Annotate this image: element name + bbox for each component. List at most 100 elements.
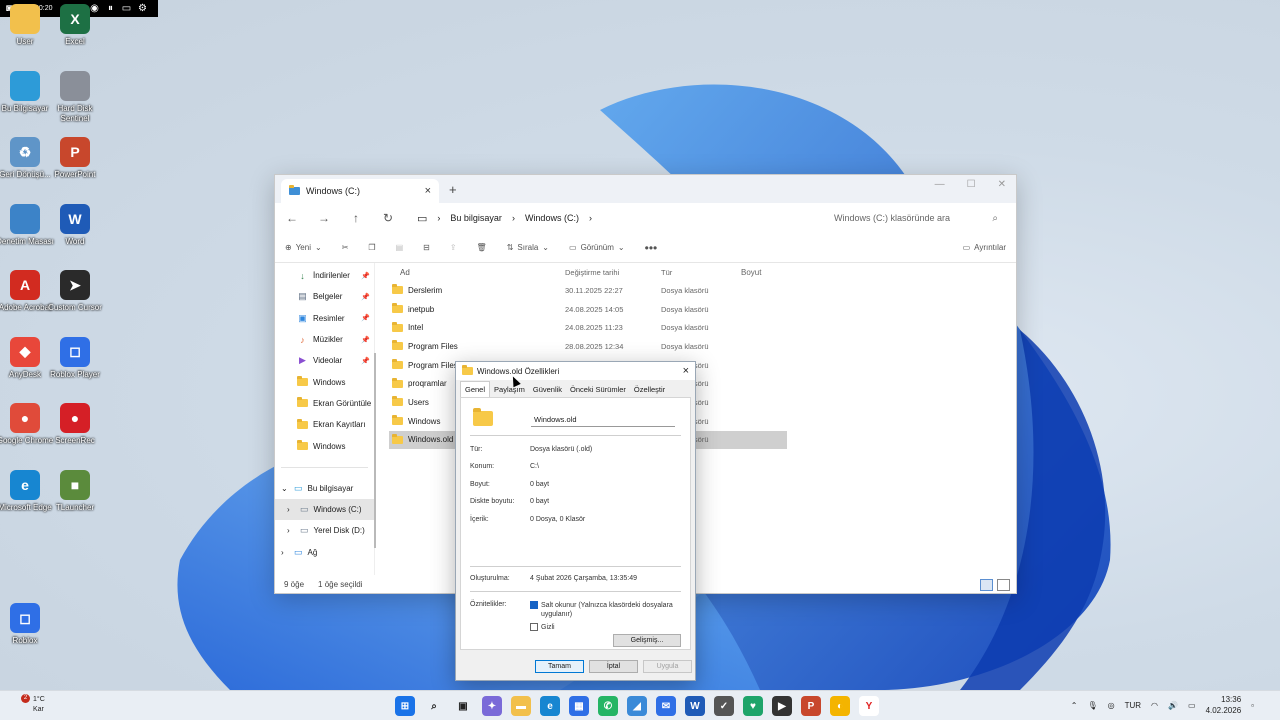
taskbar-taskview-icon[interactable]: ▣ — [453, 696, 473, 716]
hidden-checkbox-row[interactable]: Gizli — [530, 623, 675, 631]
battery-icon[interactable]: ▭ — [1188, 701, 1196, 710]
desktop-icon[interactable]: W Word — [46, 203, 104, 247]
desktop-icon[interactable]: X Excel — [46, 4, 104, 47]
up-icon[interactable]: ↑ — [349, 211, 363, 225]
new-tab-button[interactable]: + — [449, 182, 457, 197]
taskbar-copilot-icon[interactable]: ✦ — [482, 696, 502, 716]
readonly-checkbox-row[interactable]: Salt okunur (Yalnızca klasördeki dosyala… — [530, 601, 675, 619]
taskbar-media-icon[interactable]: ▶ — [772, 696, 792, 716]
nav-tree-item[interactable]: › ▭ Windows (C:) — [275, 498, 374, 521]
breadcrumb-drive-c[interactable]: Windows (C:) — [525, 213, 579, 223]
pause-icon[interactable]: ⏸ — [105, 3, 117, 15]
desktop-icon[interactable]: ◻ Roblox Player — [46, 336, 104, 380]
nav-item[interactable]: ▶ Videolar 📌 — [275, 350, 374, 371]
nav-item[interactable]: ♪ Müzikler 📌 — [275, 329, 374, 350]
back-icon[interactable]: ← — [285, 211, 299, 225]
hidden-checkbox[interactable] — [530, 623, 538, 631]
forward-icon[interactable]: → — [317, 211, 331, 225]
close-tab-icon[interactable]: × — [425, 185, 431, 197]
taskbar-edge-icon[interactable]: e — [540, 696, 560, 716]
nav-item[interactable]: Windows — [275, 435, 374, 456]
taskbar-app2-icon[interactable]: ♥ — [743, 696, 763, 716]
tab-sharing[interactable]: Paylaşım — [490, 382, 529, 397]
clock[interactable]: 13:36 4.02.2026 — [1206, 694, 1242, 716]
paste-icon[interactable]: ▤ — [396, 243, 404, 252]
view-button[interactable]: ▭ Görünüm ⌄ — [569, 243, 625, 252]
expand-chevron-icon[interactable]: ⌄ — [281, 484, 289, 493]
location-icon[interactable]: ◎ — [1108, 701, 1115, 710]
share-icon[interactable]: ⇪ — [450, 243, 457, 252]
desktop-icon[interactable]: ● ScreenRec — [46, 403, 104, 446]
nav-tree-item[interactable]: › ▭ Ağ — [275, 542, 374, 563]
cut-icon[interactable]: ✂ — [342, 243, 349, 252]
tab-general[interactable]: Genel — [460, 381, 491, 397]
table-row[interactable]: Intel 24.08.2025 11:23 Dosya klasörü — [389, 318, 1016, 337]
delete-icon[interactable]: 🗑 — [477, 243, 487, 252]
column-name[interactable]: Ad — [389, 268, 565, 277]
close-icon[interactable]: × — [683, 365, 689, 377]
volume-icon[interactable]: 🔊 — [1168, 701, 1178, 710]
column-date[interactable]: Değiştirme tarihi — [565, 268, 661, 277]
tiles-view-button[interactable] — [997, 579, 1010, 591]
column-size[interactable]: Boyut — [741, 268, 801, 277]
desktop-icon[interactable]: ➤ Custom Cursor — [46, 270, 104, 313]
close-window-button[interactable]: ✕ — [998, 179, 1006, 190]
nav-item[interactable]: ↓ İndirilenler 📌 — [275, 265, 374, 286]
nav-item[interactable]: Ekran Kayıtları — [275, 414, 374, 435]
apply-button[interactable]: Uygula — [643, 660, 692, 673]
desktop-icon[interactable]: ◻ Roblox — [0, 603, 54, 646]
taskbar-whatsapp-icon[interactable]: ✆ — [598, 696, 618, 716]
nav-item[interactable]: ▣ Resimler 📌 — [275, 308, 374, 329]
notification-icon[interactable]: ▫ — [1251, 701, 1254, 710]
nav-tree-item[interactable]: ⌄ ▭ Bu bilgisayar — [275, 478, 374, 499]
weather-widget[interactable]: 2 1°C Kar — [18, 694, 45, 715]
expand-chevron-icon[interactable]: › — [287, 526, 295, 535]
desktop-icon[interactable]: ■ TLauncher — [46, 469, 104, 513]
ok-button[interactable]: Tamam — [535, 660, 584, 673]
window-icon[interactable]: ▭ — [121, 3, 133, 15]
more-icon[interactable]: ••• — [645, 241, 658, 255]
search-input[interactable]: Windows (C:) klasöründe ara — [834, 213, 950, 223]
column-type[interactable]: Tür — [661, 268, 741, 277]
tab-customize[interactable]: Özelleştir — [630, 382, 669, 397]
input-language[interactable]: TUR — [1125, 701, 1141, 710]
folder-name-field[interactable]: Windows.old — [531, 412, 675, 427]
taskbar-yandex-icon[interactable]: Y — [859, 696, 879, 716]
taskbar-mail-icon[interactable]: ✉ — [656, 696, 676, 716]
table-row[interactable]: Derslerim 30.11.2025 22:27 Dosya klasörü — [389, 281, 1016, 300]
breadcrumb[interactable]: ▭ › Bu bilgisayar › Windows (C:) › — [417, 212, 592, 225]
tab-windows-c[interactable]: Windows (C:) × — [281, 179, 439, 203]
advanced-button[interactable]: Gelişmiş... — [613, 634, 681, 647]
taskbar-explorer-icon[interactable]: ▬ — [511, 696, 531, 716]
taskbar-app3-icon[interactable]: ◐ — [830, 696, 850, 716]
details-button[interactable]: ▭ Ayrıntılar — [963, 243, 1006, 252]
refresh-icon[interactable]: ↻ — [381, 211, 395, 225]
search-box[interactable]: Windows (C:) klasöründe ara ⌕ — [826, 207, 1006, 229]
table-row[interactable]: inetpub 24.08.2025 14:05 Dosya klasörü — [389, 300, 1016, 319]
tab-previous-versions[interactable]: Önceki Sürümler — [566, 382, 630, 397]
breadcrumb-this-pc[interactable]: Bu bilgisayar — [450, 213, 502, 223]
sort-button[interactable]: ⇅ Sırala ⌄ — [507, 243, 549, 252]
gear-icon[interactable]: ⚙ — [137, 3, 149, 15]
rename-icon[interactable]: ⊟ — [423, 243, 430, 252]
copy-icon[interactable]: ❐ — [368, 243, 375, 252]
nav-item[interactable]: Windows — [275, 371, 374, 392]
table-row[interactable]: Program Files 28.08.2025 12:34 Dosya klasö… — [389, 337, 1016, 356]
desktop-icon[interactable]: Hard Disk Sentinel — [46, 70, 104, 124]
microphone-icon[interactable]: 🎙 — [1087, 701, 1097, 710]
maximize-button[interactable]: ☐ — [967, 179, 976, 190]
wifi-icon[interactable]: ◠ — [1151, 701, 1158, 710]
cancel-button[interactable]: İptal — [589, 660, 638, 673]
nav-item[interactable]: ▤ Belgeler 📌 — [275, 286, 374, 307]
nav-tree-item[interactable]: › ▭ Yerel Disk (D:) — [275, 520, 374, 541]
expand-chevron-icon[interactable]: › — [281, 548, 289, 557]
minimize-button[interactable]: — — [935, 179, 945, 190]
taskbar-word-icon[interactable]: W — [685, 696, 705, 716]
taskbar-search-icon[interactable]: ⌕ — [424, 696, 444, 716]
new-button[interactable]: ⊕ Yeni ⌄ — [285, 243, 322, 252]
chevron-up-icon[interactable]: ⌃ — [1071, 701, 1078, 710]
expand-chevron-icon[interactable]: › — [287, 505, 295, 514]
taskbar-photos-icon[interactable]: ◢ — [627, 696, 647, 716]
tab-security[interactable]: Güvenlik — [529, 382, 566, 397]
details-view-button[interactable] — [980, 579, 993, 591]
